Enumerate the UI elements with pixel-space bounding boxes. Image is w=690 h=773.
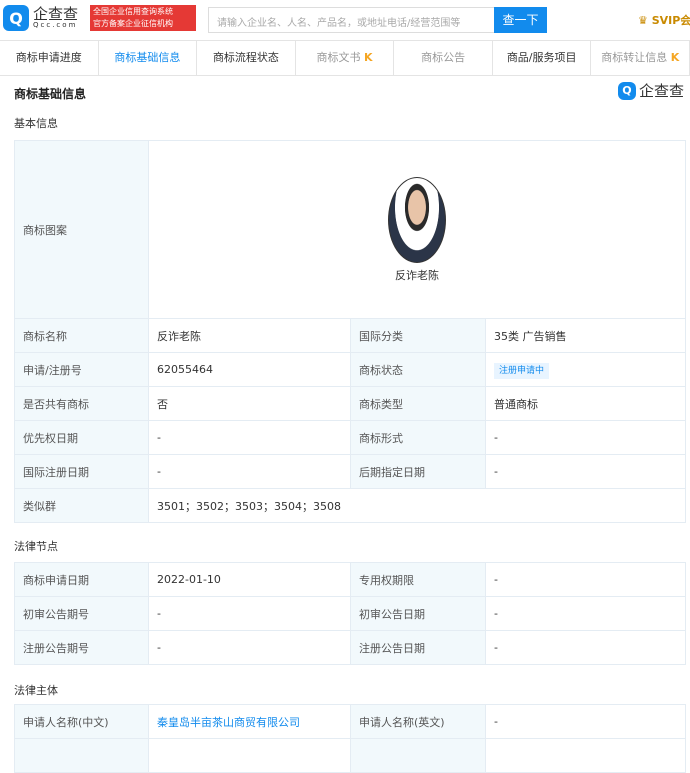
cell-value: 反诈老陈: [148, 318, 351, 353]
search-button[interactable]: 查一下: [494, 7, 547, 33]
tab-goods-services[interactable]: 商品/服务项目: [493, 41, 592, 75]
tab-documents[interactable]: 商标文书 K: [296, 41, 395, 75]
cell-value: -: [485, 420, 686, 455]
cell-value: 62055464: [148, 352, 351, 387]
subsection-title: 法律主体: [14, 684, 58, 697]
table-row: 是否共有商标否商标类型 普通商标: [14, 386, 686, 421]
vip-k-icon: K: [670, 51, 680, 64]
legal-entity-table: 申请人名称(中文) 秦皇岛半亩茶山商贸有限公司 申请人名称(英文) -: [14, 704, 686, 773]
table-row: 商标申请日期 2022-01-10 专用权期限 -: [14, 562, 686, 597]
trademark-caption: 反诈老陈: [395, 268, 439, 282]
logo[interactable]: Q 企查查 Qcc.com: [3, 5, 78, 31]
badge-line: 全国企业信用查询系统: [93, 7, 173, 16]
cell-label: 申请人名称(英文): [350, 704, 486, 739]
trademark-image[interactable]: [388, 176, 446, 263]
certification-badge: 全国企业信用查询系统 官方备案企业征信机构: [90, 5, 196, 31]
search-input[interactable]: 请输入企业名、人名、产品名，或地址电话/经营范围等: [208, 7, 496, 33]
cell-label: 优先权日期: [14, 420, 149, 455]
cell-label: 是否共有商标: [14, 386, 149, 421]
svip-link[interactable]: ♛ SVIP会: [638, 12, 690, 28]
cell-value: 35类 广告销售: [485, 318, 686, 353]
table-row: 商标名称 反诈老陈 国际分类 35类 广告销售: [14, 318, 686, 353]
cell-value: -: [148, 630, 351, 665]
basic-info-table: 商标图案 反诈老陈 商标名称 反诈老陈 国际分类 35类 广告销售 申请/注册号 6205…: [14, 140, 686, 523]
cell-label: 注册公告期号: [14, 630, 149, 665]
trademark-image-cell: 反诈老陈: [148, 140, 686, 319]
cell-value: 普通商标: [485, 386, 686, 421]
cell-value: -: [148, 420, 351, 455]
subsection-title: 法律节点: [14, 540, 58, 553]
logo-icon: Q: [617, 81, 636, 100]
tab-label: 商标文书: [316, 51, 361, 64]
cell-label: 申请人名称(中文): [14, 704, 149, 739]
tab-bar: 商标申请进度 商标基础信息 商标流程状态 商标文书 K 商标公告 商品/服务项目…: [0, 40, 690, 76]
cell-label: 商标申请日期: [14, 562, 149, 597]
table-row: 申请人名称(中文) 秦皇岛半亩茶山商贸有限公司 申请人名称(英文) -: [14, 704, 686, 739]
tab-process-status[interactable]: 商标流程状态: [197, 41, 296, 75]
watermark-text: 企查查: [638, 82, 684, 100]
cell-value: -: [485, 630, 686, 665]
table-row: 申请/注册号 62055464 商标状态 注册申请中: [14, 352, 686, 387]
cell-label: 国际注册日期: [14, 454, 149, 489]
cell-value: -: [148, 596, 351, 631]
cell-label: 初审公告日期: [350, 596, 486, 631]
cell-label: 后期指定日期: [350, 454, 486, 489]
cell-label: 商标状态: [350, 352, 486, 387]
cell-label: 商标名称: [14, 318, 149, 353]
cell-value: -: [485, 454, 686, 489]
cell-value: 2022-01-10: [148, 562, 351, 597]
table-row: 初审公告期号 - 初审公告日期 -: [14, 596, 686, 631]
legal-nodes-table: 商标申请日期 2022-01-10 专用权期限 - 初审公告期号 - 初审公告日期 - 注册公告…: [14, 562, 686, 665]
cell-value: -: [485, 596, 686, 631]
cell-value: 秦皇岛半亩茶山商贸有限公司: [148, 704, 351, 739]
status-badge: 注册申请中: [494, 363, 550, 379]
badge-line: 官方备案企业征信机构: [93, 19, 173, 28]
cell-label: 专用权期限: [350, 562, 486, 597]
subsection-title: 基本信息: [14, 117, 58, 130]
logo-text: 企查查: [33, 5, 79, 23]
header: Q 企查查 Qcc.com 全国企业信用查询系统 官方备案企业征信机构 请输入企业名…: [0, 0, 690, 38]
logo-domain: Qcc.com: [33, 21, 78, 29]
cell-label: 商标图案: [14, 140, 149, 319]
section-title: 商标基础信息: [14, 87, 87, 101]
cell-value: -: [485, 704, 686, 739]
crown-icon: ♛: [638, 14, 648, 27]
cell-label: 商标类型: [350, 386, 486, 421]
svip-label: SVIP会: [651, 14, 690, 27]
cell-value: 3501；3502；3503；3504；3508: [148, 488, 686, 523]
tab-application-progress[interactable]: 商标申请进度: [0, 41, 99, 75]
cell-value: -: [148, 454, 351, 489]
watermark-logo: Q 企查查: [617, 80, 684, 101]
tab-announcements[interactable]: 商标公告: [394, 41, 493, 75]
table-row: [14, 738, 686, 773]
cell-label: 注册公告日期: [350, 630, 486, 665]
tab-label: 商标转让信息: [601, 51, 668, 64]
tab-transfer-info[interactable]: 商标转让信息 K: [591, 41, 690, 75]
table-row: 优先权日期 - 商标形式 -: [14, 420, 686, 455]
cell-label: 申请/注册号: [14, 352, 149, 387]
cell-label: 国际分类: [350, 318, 486, 353]
cell-value: -: [485, 562, 686, 597]
cell-label: 商标形式: [350, 420, 486, 455]
logo-icon: Q: [3, 5, 29, 31]
table-row: 国际注册日期 - 后期指定日期 -: [14, 454, 686, 489]
table-row: 商标图案 反诈老陈: [14, 140, 686, 319]
table-row: 注册公告期号 - 注册公告日期 -: [14, 630, 686, 665]
cell-value: 否: [148, 386, 351, 421]
tab-basic-info[interactable]: 商标基础信息: [99, 41, 198, 75]
applicant-link[interactable]: 秦皇岛半亩茶山商贸有限公司: [157, 716, 300, 729]
table-row: 类似群 3501；3502；3503；3504；3508: [14, 488, 686, 523]
cell-label: 初审公告期号: [14, 596, 149, 631]
cell-label: 类似群: [14, 488, 149, 523]
vip-k-icon: K: [364, 51, 373, 64]
cell-value: 注册申请中: [485, 352, 686, 387]
